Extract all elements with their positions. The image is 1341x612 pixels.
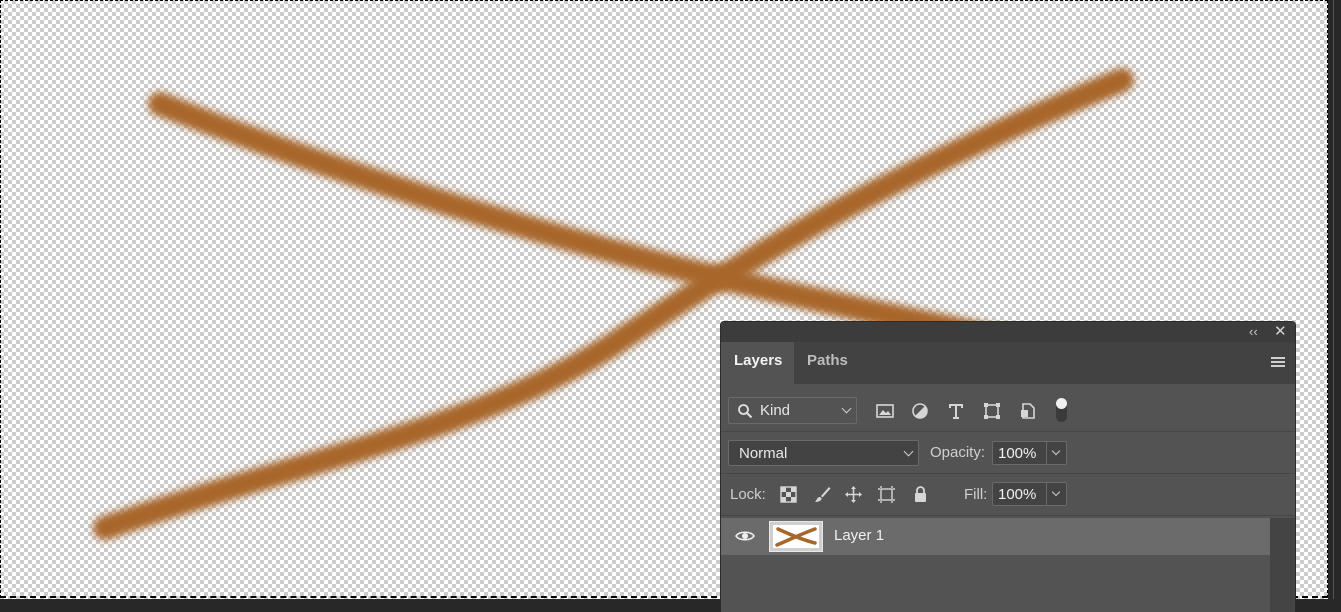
layers-panel: ‹‹ ✕ Layers Paths Kind Normal Opacity: 1… (720, 321, 1296, 612)
image-filter-icon[interactable] (875, 401, 895, 421)
type-filter-icon[interactable] (946, 401, 966, 421)
opacity-field[interactable]: 100% (992, 441, 1067, 465)
fill-label[interactable]: Fill: (964, 486, 987, 503)
fill-value[interactable]: 100% (998, 486, 1036, 503)
tab-paths[interactable]: Paths (794, 342, 858, 384)
chevron-down-icon[interactable] (1051, 446, 1061, 456)
layer-thumbnail[interactable] (769, 521, 823, 552)
panel-menu-icon[interactable] (1271, 357, 1285, 369)
layer-list: Layer 1 (721, 518, 1295, 612)
opacity-value[interactable]: 100% (998, 445, 1036, 462)
layers-scrollbar[interactable] (1270, 518, 1295, 612)
lock-transparent-pixels-icon[interactable] (779, 485, 798, 504)
lock-artboard-icon[interactable] (877, 485, 896, 504)
tab-layers[interactable]: Layers (721, 342, 794, 384)
smart-object-filter-icon[interactable] (1018, 401, 1038, 421)
adjustment-filter-icon[interactable] (910, 401, 930, 421)
close-panel-button[interactable]: ✕ (1274, 323, 1287, 341)
lock-label: Lock: (730, 486, 766, 503)
search-icon (738, 404, 753, 419)
layer-thumbnail-preview (775, 527, 817, 547)
eye-icon[interactable] (735, 529, 755, 543)
lock-image-pixels-icon[interactable] (813, 485, 832, 504)
filter-kind-dropdown[interactable]: Kind (728, 397, 857, 424)
chevron-down-icon[interactable] (1051, 487, 1061, 497)
layer-row[interactable]: Layer 1 (721, 518, 1270, 555)
chevron-down-icon (841, 403, 852, 414)
lock-all-icon[interactable] (911, 485, 930, 504)
divider (721, 515, 1295, 516)
chevron-down-icon (903, 446, 914, 457)
opacity-label[interactable]: Opacity: (930, 444, 985, 461)
collapse-panel-button[interactable]: ‹‹ (1249, 323, 1258, 341)
lock-position-icon[interactable] (844, 485, 863, 504)
fill-field[interactable]: 100% (992, 482, 1067, 506)
filter-toggle-switch[interactable] (1056, 398, 1067, 409)
panel-tabbar: Layers Paths (721, 342, 1295, 384)
layer-name[interactable]: Layer 1 (834, 527, 884, 544)
scroll-gutter (1328, 0, 1341, 599)
filter-kind-label: Kind (760, 402, 791, 419)
blend-mode-dropdown[interactable]: Normal (728, 440, 919, 466)
divider (721, 473, 1295, 474)
shape-filter-icon[interactable] (982, 401, 1002, 421)
canvas-edge-line (1333, 0, 1334, 599)
divider (721, 431, 1295, 432)
panel-titlebar[interactable]: ‹‹ ✕ (721, 322, 1295, 342)
blend-mode-value: Normal (739, 445, 788, 462)
